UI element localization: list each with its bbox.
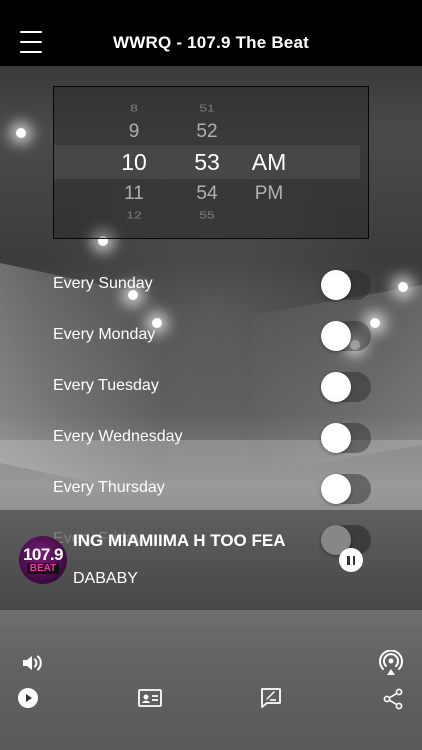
hour-option[interactable]: 12	[109, 209, 159, 220]
app-header: WWRQ - 107.9 The Beat	[0, 0, 422, 66]
airplay-icon[interactable]	[378, 650, 404, 676]
pause-icon[interactable]	[339, 548, 363, 572]
minute-selected[interactable]: 53	[182, 149, 232, 176]
song-title: ING MIAMIIMA H TOO FEA	[73, 531, 286, 550]
hour-wheel[interactable]: 8 9 10 11 12	[109, 87, 159, 238]
day-row-monday: Every Monday	[53, 319, 371, 353]
logo-name: BEAT	[26, 563, 60, 574]
period-selected[interactable]: AM	[244, 149, 294, 176]
wednesday-toggle[interactable]	[321, 423, 371, 453]
tuesday-toggle[interactable]	[321, 372, 371, 402]
sunday-toggle[interactable]	[321, 270, 371, 300]
menu-icon[interactable]	[20, 31, 42, 53]
minute-option[interactable]: 54	[182, 183, 232, 205]
time-picker[interactable]: 8 9 10 11 12 51 52 53 54 55 AM PM	[53, 86, 369, 239]
day-label: Every Thursday	[53, 479, 165, 496]
day-row-sunday: Every Sunday	[53, 268, 371, 302]
volume-icon[interactable]	[20, 651, 44, 675]
hour-option[interactable]: 11	[109, 183, 159, 205]
period-option[interactable]: PM	[244, 183, 294, 205]
monday-toggle[interactable]	[321, 321, 371, 351]
station-logo: 107.9 BEAT	[19, 536, 67, 584]
day-label: Every Wednesday	[53, 428, 183, 445]
hour-option[interactable]: 8	[109, 102, 159, 113]
hour-option[interactable]: 9	[109, 121, 159, 143]
day-label: Every Tuesday	[53, 377, 159, 394]
minute-option[interactable]: 52	[182, 121, 232, 143]
contact-card-icon[interactable]	[138, 688, 162, 708]
play-icon[interactable]	[17, 687, 39, 709]
minute-option[interactable]: 51	[182, 102, 232, 113]
artist-name: DABABY	[73, 570, 138, 587]
day-row-thursday: Every Thursday	[53, 472, 371, 506]
day-row-wednesday: Every Wednesday	[53, 421, 371, 455]
page-title: WWRQ - 107.9 The Beat	[113, 33, 309, 52]
minute-wheel[interactable]: 51 52 53 54 55	[182, 87, 232, 238]
period-wheel[interactable]: AM PM	[244, 87, 294, 238]
logo-frequency: 107.9	[22, 545, 64, 564]
minute-option[interactable]: 55	[182, 209, 232, 220]
request-icon[interactable]	[260, 687, 282, 709]
day-row-tuesday: Every Tuesday	[53, 370, 371, 404]
share-icon[interactable]	[383, 688, 403, 710]
day-label: Every Monday	[53, 326, 156, 343]
thursday-toggle[interactable]	[321, 474, 371, 504]
day-label: Every Sunday	[53, 275, 153, 292]
hour-selected[interactable]: 10	[109, 149, 159, 176]
